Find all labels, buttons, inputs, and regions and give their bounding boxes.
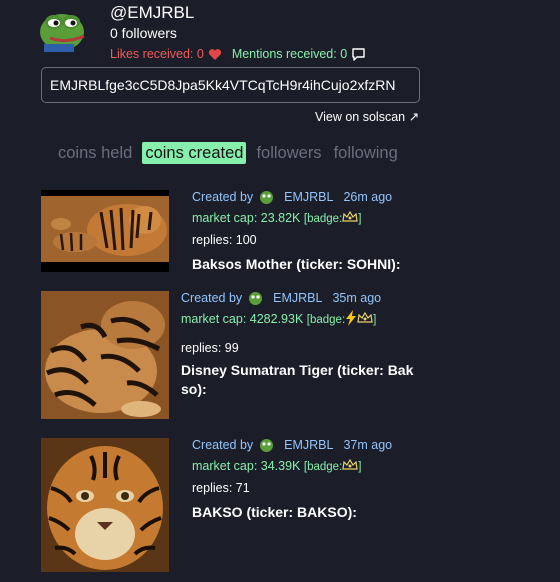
lightning-icon [346, 310, 357, 326]
coin-card[interactable]: Created by EMJRBL 26m ago market cap: 23… [0, 185, 560, 280]
created-age: 35m ago [332, 291, 382, 305]
sumatran-tiger-cub-thumbnail[interactable] [41, 291, 169, 419]
market-cap: market cap: 4282.93K [181, 312, 304, 326]
creator-name[interactable]: EMJRBL [273, 288, 322, 309]
coin-meta: Created by EMJRBL 37m ago market cap: 34… [192, 435, 392, 522]
created-age: 37m ago [343, 438, 393, 452]
badge: [badge:] [303, 211, 362, 225]
replies-count: replies: 100 [192, 233, 257, 247]
market-cap: market cap: 23.82K [192, 211, 301, 225]
pepe-avatar-icon[interactable] [259, 438, 274, 453]
profile-header: @EMJRBL 0 followers Likes received: 0 Me… [0, 0, 560, 124]
replies-count: replies: 99 [181, 341, 239, 355]
badge: [badge:] [307, 310, 376, 326]
market-cap-row: market cap: 4282.93K [badge:] [181, 309, 413, 331]
crown-icon [342, 211, 358, 222]
crown-icon [342, 459, 358, 470]
creator-row: Created by EMJRBL 35m ago [181, 288, 413, 309]
coin-card[interactable]: Created by EMJRBL 35m ago market cap: 42… [0, 287, 560, 425]
creator-row: Created by EMJRBL 37m ago [192, 435, 392, 456]
created-by-label: Created by [192, 190, 254, 204]
coin-name[interactable]: BAKSO (ticker: BAKSO): [192, 503, 392, 522]
market-cap-row: market cap: 23.82K [badge:] [192, 208, 400, 230]
chat-bubble-icon [352, 48, 365, 61]
tiger-mother-thumbnail[interactable] [41, 190, 169, 272]
creator-name[interactable]: EMJRBL [284, 187, 333, 208]
coin-meta: Created by EMJRBL 35m ago market cap: 42… [181, 288, 413, 399]
crown-icon [357, 312, 373, 323]
stats-row: Likes received: 0 Mentions received: 0 [110, 47, 366, 61]
created-by-label: Created by [192, 438, 254, 452]
market-cap-row: market cap: 34.39K [badge:] [192, 456, 392, 478]
follower-count[interactable]: 0 followers [110, 25, 177, 41]
pepe-avatar-icon[interactable] [248, 291, 263, 306]
created-age: 26m ago [343, 190, 393, 204]
bakso-tiger-thumbnail[interactable] [41, 438, 169, 572]
tab-coins-created[interactable]: coins created [142, 142, 247, 164]
tab-followers[interactable]: followers [254, 142, 323, 164]
coin-card[interactable]: Created by EMJRBL 37m ago market cap: 34… [0, 434, 560, 574]
tab-following[interactable]: following [332, 142, 400, 164]
badge: [badge:] [303, 459, 362, 473]
mentions-received: Mentions received: 0 [231, 47, 348, 61]
replies-count: replies: 71 [192, 481, 250, 495]
view-on-solscan-link[interactable]: View on solscan ↗ [315, 109, 419, 124]
market-cap: market cap: 34.39K [192, 459, 301, 473]
profile-tabs: coins held coins created followers follo… [56, 142, 400, 164]
created-by-label: Created by [181, 291, 243, 305]
coin-meta: Created by EMJRBL 26m ago market cap: 23… [192, 187, 400, 274]
wallet-address-field[interactable]: EMJRBLfge3cC5D8Jpa5Kk4VTCqTcH9r4ihCujo2x… [41, 67, 420, 103]
pepe-avatar-icon[interactable] [259, 190, 274, 205]
creator-name[interactable]: EMJRBL [284, 435, 333, 456]
likes-received: Likes received: 0 [110, 47, 204, 61]
tab-coins-held[interactable]: coins held [56, 142, 134, 164]
username: @EMJRBL [110, 3, 195, 22]
creator-row: Created by EMJRBL 26m ago [192, 187, 400, 208]
heart-icon [208, 48, 221, 60]
coin-name[interactable]: Baksos Mother (ticker: SOHNI): [192, 255, 400, 274]
pepe-avatar-icon[interactable] [38, 8, 90, 52]
coin-name[interactable]: Disney Sumatran Tiger (ticker: Bak so): [181, 361, 413, 399]
